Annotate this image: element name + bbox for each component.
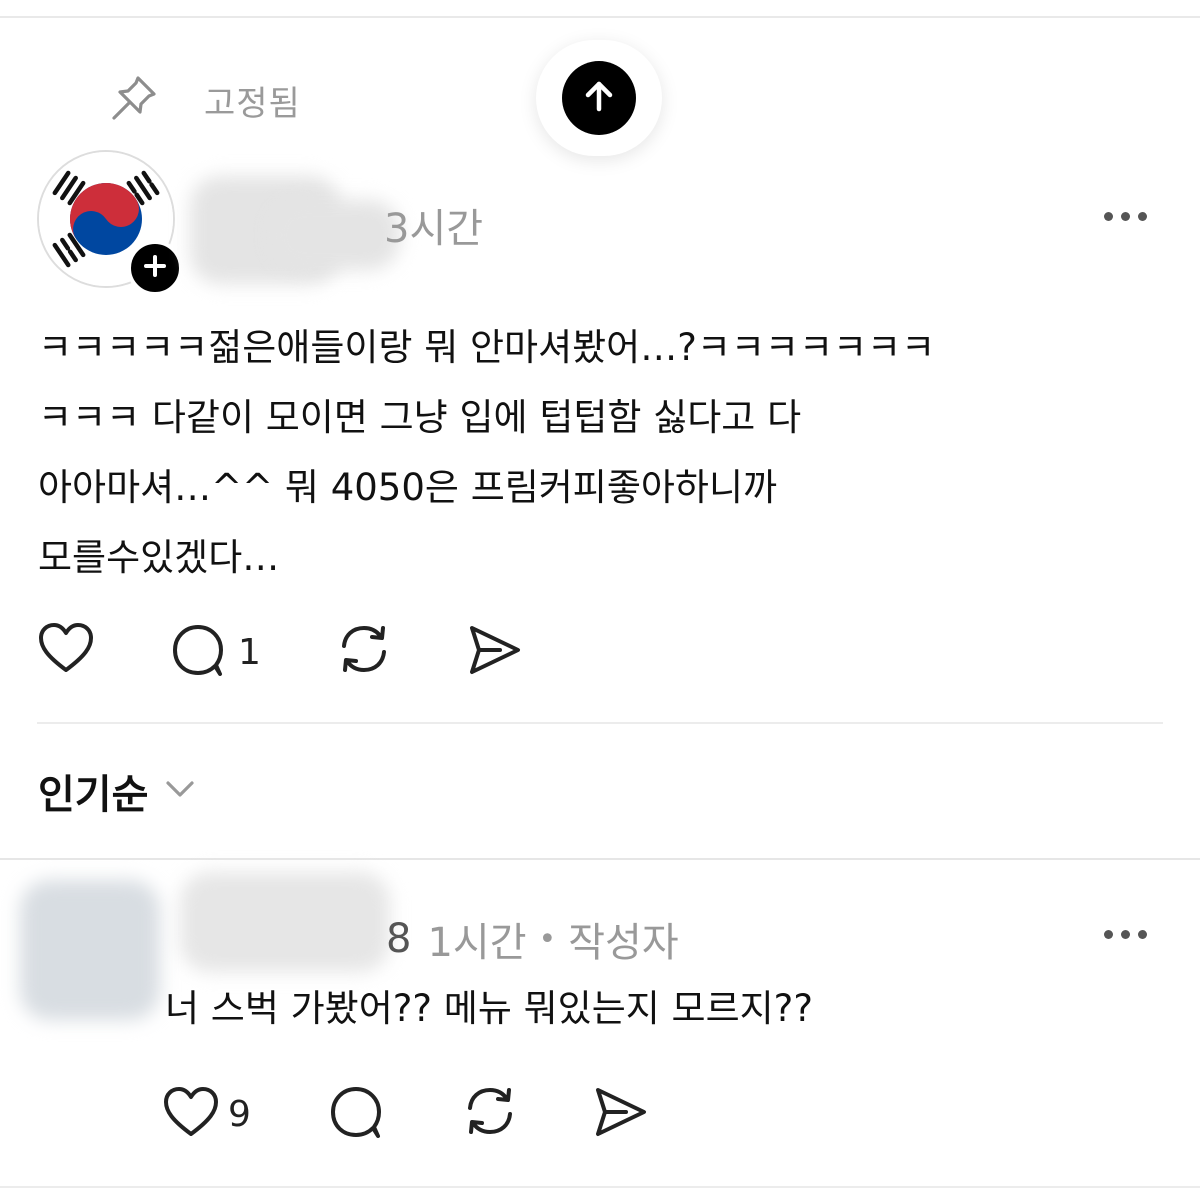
- post-line: 아아마셔…^^ 뭐 4050은 프림커피좋아하니까: [38, 466, 778, 509]
- reply-meta-separator: •: [538, 921, 557, 957]
- reply-text: 너 스벅 가봤어?? 메뉴 뭐있는지 모르지??: [165, 987, 813, 1030]
- post-line: ㅋㅋㅋㅋㅋ젊은애들이랑 뭐 안마셔봤어…?ㅋㅋㅋㅋㅋㅋㅋ: [38, 326, 936, 369]
- post-body: ㅋㅋㅋㅋㅋ젊은애들이랑 뭐 안마셔봤어…?ㅋㅋㅋㅋㅋㅋㅋ ㅋㅋㅋ 다같이 모이면…: [38, 313, 1168, 593]
- share-icon: [466, 626, 524, 682]
- pinned-label: 고정됨: [204, 83, 301, 124]
- post-line: 모를수있겠다…: [38, 536, 280, 579]
- plus-icon: [142, 253, 168, 283]
- post-line: ㅋㅋㅋ 다같이 모이면 그냥 입에 텁텁함 싫다고 다: [38, 396, 802, 439]
- reply-author-name-blurred[interactable]: [180, 872, 390, 972]
- reply-like-count: 9: [228, 1093, 251, 1135]
- bottom-divider: [0, 1186, 1200, 1188]
- heart-icon: [37, 620, 95, 680]
- scroll-to-top-circle[interactable]: [562, 61, 636, 135]
- post-divider: [37, 722, 1163, 724]
- reply-repost-button[interactable]: [462, 1082, 518, 1144]
- reply-meta: 8 1시간 • 작성자: [386, 910, 679, 968]
- comment-count: 1: [238, 631, 261, 673]
- share-icon: [592, 1088, 650, 1144]
- reply-author-avatar-blurred[interactable]: [20, 880, 160, 1020]
- post-more-icon[interactable]: [1104, 212, 1147, 221]
- chevron-down-icon: [162, 771, 198, 811]
- post-repost-button[interactable]: [336, 620, 392, 682]
- pin-icon: [108, 72, 160, 128]
- sort-selector[interactable]: 인기순: [38, 762, 198, 820]
- top-divider: [0, 16, 1200, 18]
- reply-share-button[interactable]: [592, 1084, 650, 1144]
- author-badge: 작성자: [568, 920, 679, 966]
- post-time: 3시간: [384, 206, 484, 252]
- sort-label: 인기순: [38, 772, 149, 818]
- section-divider: [0, 858, 1200, 860]
- pinned-indicator: 고정됨: [108, 70, 301, 130]
- post-author-name-blurred-part: [270, 200, 400, 270]
- repost-icon: [336, 626, 392, 682]
- comment-icon: [170, 622, 226, 682]
- reply-like-button[interactable]: 9: [162, 1084, 251, 1144]
- heart-icon: [162, 1084, 220, 1144]
- post-comment-button[interactable]: 1: [170, 622, 261, 682]
- post-like-button[interactable]: [37, 620, 95, 680]
- reply-name-tail: 8: [386, 916, 412, 962]
- post-share-button[interactable]: [466, 622, 524, 682]
- reply-comment-button[interactable]: [328, 1084, 384, 1144]
- reply-more-icon[interactable]: [1104, 930, 1147, 939]
- follow-button[interactable]: [127, 240, 183, 296]
- arrow-up-icon: [579, 76, 619, 120]
- comment-icon: [328, 1087, 384, 1144]
- scroll-to-top-button[interactable]: [536, 40, 662, 156]
- reply-time: 1시간: [427, 920, 527, 966]
- repost-icon: [462, 1088, 518, 1144]
